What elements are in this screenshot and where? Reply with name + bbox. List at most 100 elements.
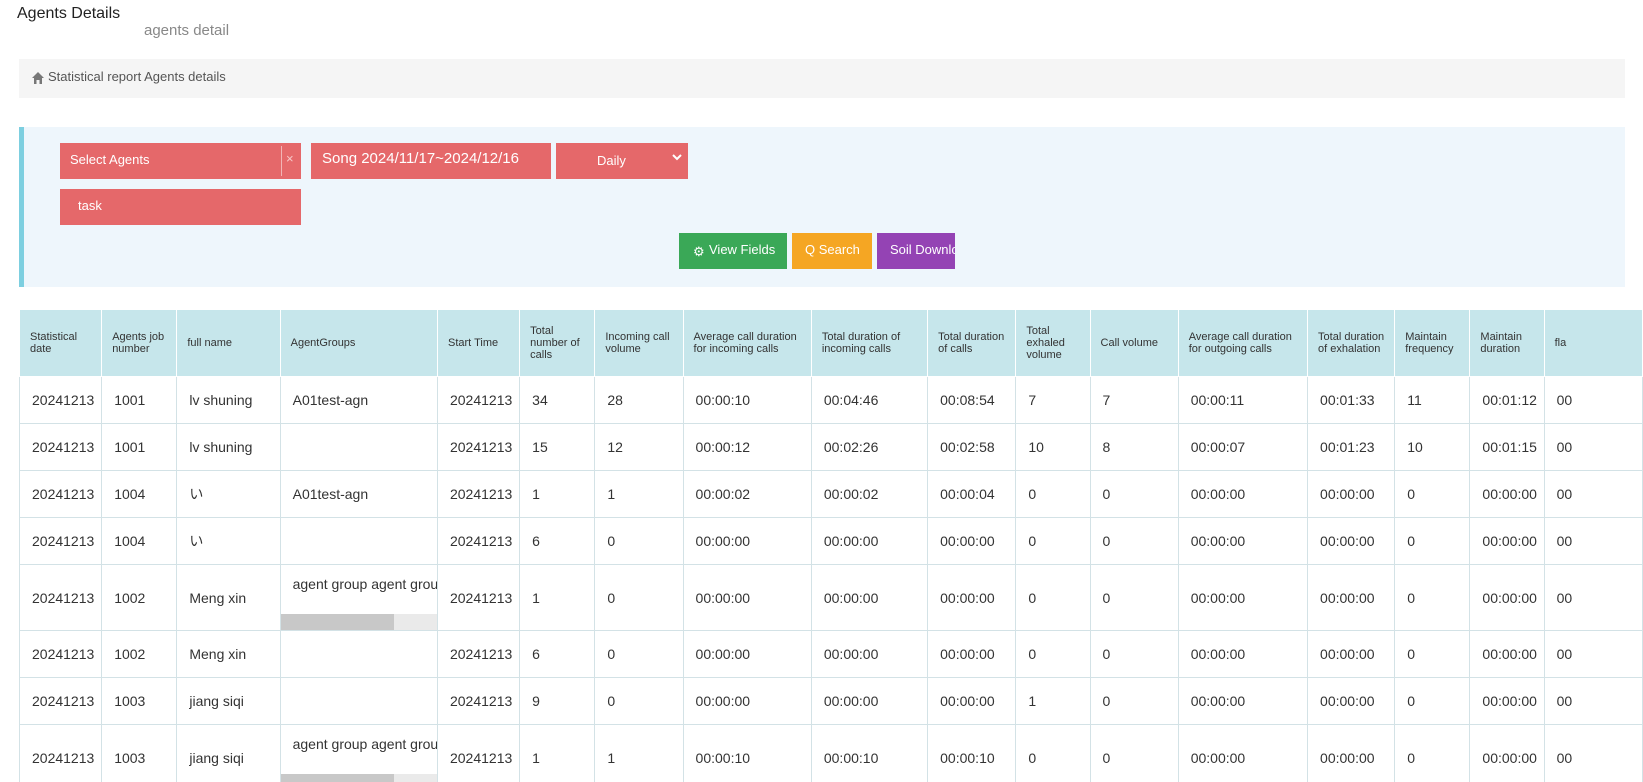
table-cell: 00:00:00 <box>927 517 1017 565</box>
column-header[interactable]: Total exhaled volume <box>1015 309 1091 377</box>
page-subtitle: agents detail <box>144 22 230 39</box>
table-cell: 0 <box>1089 677 1179 725</box>
column-header[interactable]: fla <box>1543 309 1643 377</box>
table-row: 20241213 1004 い A01test-agn 20241213 1 1 00:00:… <box>19 470 1643 518</box>
gear-icon: ⚙ <box>693 244 705 259</box>
table-cell: 00 <box>1543 677 1643 725</box>
table-cell: 0 <box>1015 470 1091 518</box>
table-cell: 00:00:07 <box>1177 423 1309 471</box>
table-cell: 00:00:10 <box>810 724 929 782</box>
filter-panel: Select Agents × Song 2024/11/17~2024/12/… <box>19 127 1625 287</box>
table-cell: 00:00:02 <box>810 470 929 518</box>
column-header[interactable]: Statistical date <box>19 309 103 377</box>
table-cell: 0 <box>1394 724 1471 782</box>
column-header[interactable]: AgentGroups <box>279 309 438 377</box>
column-header[interactable]: Total duration of exhalation <box>1307 309 1396 377</box>
table-cell: 00:00:00 <box>682 564 812 631</box>
table-cell: 00:00:00 <box>1469 564 1545 631</box>
table-cell: 00:01:33 <box>1307 376 1396 424</box>
column-header[interactable]: Maintain frequency <box>1394 309 1471 377</box>
table-row: 20241213 1003 jiang siqi 20241213 9 0 00:00:00… <box>19 677 1643 725</box>
table-cell: 00:00:00 <box>1177 724 1309 782</box>
table-cell: 00:08:54 <box>927 376 1017 424</box>
download-button[interactable]: Soil Downlo <box>877 233 955 269</box>
column-header[interactable]: full name <box>176 309 281 377</box>
table-cell: 1004 <box>101 517 178 565</box>
table-cell: 9 <box>519 677 596 725</box>
column-header[interactable]: Start Time <box>436 309 521 377</box>
table-cell: 00:00:00 <box>1469 630 1545 678</box>
table-cell: 0 <box>1015 724 1091 782</box>
table-cell: 0 <box>594 517 684 565</box>
table-cell: 20241213 <box>19 423 103 471</box>
column-header[interactable]: Total duration of incoming calls <box>810 309 929 377</box>
column-header[interactable]: Agents job number <box>101 309 178 377</box>
column-header[interactable]: Average call duration for outgoing calls <box>1177 309 1309 377</box>
table-cell: 1003 <box>101 724 178 782</box>
table-cell: 0 <box>594 630 684 678</box>
table-cell: 00:00:10 <box>927 724 1017 782</box>
table-cell: 20241213 <box>436 564 521 631</box>
download-label: Soil Downlo <box>890 242 955 257</box>
view-fields-button[interactable]: ⚙ View Fields <box>679 233 787 269</box>
scrollbar-thumb[interactable] <box>281 614 394 630</box>
table-cell: 00 <box>1543 517 1643 565</box>
clear-icon[interactable]: × <box>286 151 294 166</box>
agents-select[interactable]: Select Agents × <box>60 143 301 179</box>
table-cell: 00:02:58 <box>927 423 1017 471</box>
table-cell: 00:00:10 <box>682 376 812 424</box>
agents-table-container: Statistical date Agents job number full na… <box>19 309 1643 782</box>
search-button[interactable]: Q Search <box>792 233 872 269</box>
table-cell: Meng xin <box>176 564 281 631</box>
table-cell: 34 <box>519 376 596 424</box>
cell-scrollbar[interactable] <box>281 614 437 630</box>
table-row: 20241213 1002 Meng xin 20241213 6 0 00:00:00 00… <box>19 630 1643 678</box>
table-cell: 00:00:00 <box>682 677 812 725</box>
column-header[interactable]: Total number of calls <box>519 309 596 377</box>
column-header[interactable]: Call volume <box>1089 309 1179 377</box>
table-cell: 0 <box>1089 564 1179 631</box>
table-cell: jiang siqi <box>176 677 281 725</box>
table-cell: 1001 <box>101 423 178 471</box>
table-cell: 20241213 <box>19 517 103 565</box>
column-header[interactable]: Incoming call volume <box>594 309 684 377</box>
table-cell: 20241213 <box>19 630 103 678</box>
column-header[interactable]: Maintain duration <box>1469 309 1545 377</box>
table-cell: jiang siqi <box>176 724 281 782</box>
table-cell: 20241213 <box>436 677 521 725</box>
table-cell: 0 <box>1015 517 1091 565</box>
table-row: 20241213 1001 lv shuning 20241213 15 12 00:00:… <box>19 423 1643 471</box>
column-header[interactable]: Total duration of calls <box>927 309 1017 377</box>
table-cell: 00:00:00 <box>1307 677 1396 725</box>
table-cell: 0 <box>1015 630 1091 678</box>
date-range-input[interactable]: Song 2024/11/17~2024/12/16 <box>311 143 551 179</box>
table-cell: 1 <box>594 470 684 518</box>
table-cell: 1 <box>594 724 684 782</box>
table-cell: 0 <box>594 677 684 725</box>
period-select[interactable]: Daily <box>556 143 688 179</box>
task-input-placeholder: task <box>78 198 102 213</box>
table-cell: 00:00:00 <box>927 564 1017 631</box>
table-cell: 20241213 <box>19 677 103 725</box>
agent-group-text: agent group agent group <box>292 576 438 592</box>
table-cell: 0 <box>1394 470 1471 518</box>
column-header[interactable]: Average call duration for incoming calls <box>682 309 812 377</box>
table-cell <box>279 517 438 565</box>
table-cell: 1001 <box>101 376 178 424</box>
table-cell: 00:04:46 <box>810 376 929 424</box>
search-label: Q Search <box>805 242 860 257</box>
table-cell: 00:00:10 <box>682 724 812 782</box>
table-cell: 0 <box>1089 630 1179 678</box>
cell-scrollbar[interactable] <box>281 774 437 782</box>
table-cell: 1002 <box>101 630 178 678</box>
table-cell: 0 <box>1394 517 1471 565</box>
table-cell: 28 <box>594 376 684 424</box>
breadcrumb-text[interactable]: Statistical report Agents details <box>48 69 226 84</box>
table-cell: 0 <box>1394 630 1471 678</box>
table-cell: 20241213 <box>19 470 103 518</box>
table-cell: 1 <box>519 724 596 782</box>
table-cell: 20241213 <box>19 376 103 424</box>
task-input[interactable]: task <box>60 189 301 225</box>
scrollbar-thumb[interactable] <box>281 774 394 782</box>
home-icon[interactable] <box>31 71 45 85</box>
